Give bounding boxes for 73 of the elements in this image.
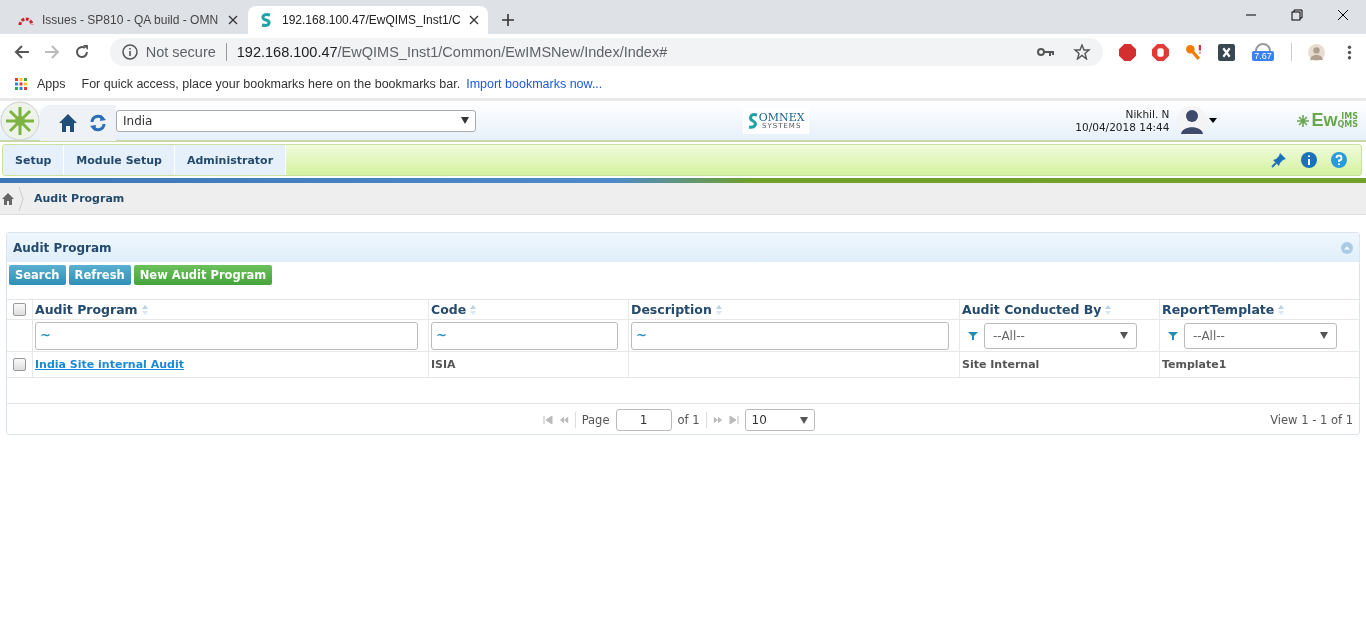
site-dropdown[interactable]: India: [116, 109, 476, 132]
filter-input[interactable]: ~: [631, 321, 949, 350]
record-count: View 1 - 1 of 1: [1270, 413, 1353, 427]
menu-item[interactable]: Module Setup: [64, 145, 175, 175]
caret-icon: [1320, 332, 1328, 339]
page-count: of 1: [677, 413, 700, 427]
date-time: 10/04/2018 14:44: [1075, 120, 1170, 134]
gauge-icon: [1255, 43, 1271, 51]
reload-icon[interactable]: [73, 44, 90, 60]
menu-item[interactable]: Setup: [3, 145, 65, 175]
column-header[interactable]: Audit Program: [35, 302, 138, 317]
plus-icon[interactable]: [502, 14, 514, 26]
x-tile-icon[interactable]: [1218, 43, 1235, 61]
browser-tab[interactable]: Issues - SP810 - QA build - OMN: [8, 6, 248, 34]
filter-icon[interactable]: [1168, 330, 1178, 341]
table-cell: Template1: [1162, 358, 1227, 371]
back-arrow-icon[interactable]: [14, 44, 30, 60]
table-cell: ISIA: [431, 358, 456, 371]
info-icon[interactable]: [1301, 152, 1317, 168]
avatar-icon[interactable]: [1308, 43, 1325, 61]
sunburst-logo-icon[interactable]: [0, 100, 40, 141]
refresh-icon[interactable]: [88, 112, 108, 133]
breadcrumb-item[interactable]: Audit Program: [34, 192, 125, 205]
filter-dropdown[interactable]: --All--: [1184, 322, 1337, 349]
audit-program-link[interactable]: India Site internal Audit: [35, 358, 184, 371]
filter-input[interactable]: ~: [35, 321, 418, 350]
page-size-dropdown[interactable]: 10: [744, 409, 815, 431]
address-bar[interactable]: Not secure 192.168.100.47/EwQIMS_Inst1/Common/EwIMSNew/Index/Index#: [109, 38, 1103, 66]
filter-input[interactable]: ~: [431, 321, 618, 350]
caret-icon: [1120, 332, 1128, 339]
page-label: Page: [581, 413, 610, 427]
home-icon[interactable]: [58, 112, 78, 133]
close-icon[interactable]: [1337, 9, 1349, 21]
row-checkbox[interactable]: [13, 358, 26, 371]
restore-icon[interactable]: [1291, 9, 1303, 21]
column-header[interactable]: ReportTemplate: [1162, 302, 1275, 317]
column-header[interactable]: Description: [631, 302, 712, 317]
help-icon[interactable]: [1331, 152, 1347, 168]
home-icon[interactable]: [2, 192, 14, 205]
caret-icon: [461, 117, 469, 124]
star-icon[interactable]: [1073, 44, 1091, 60]
tab-title: 192.168.100.47/EwQIMS_Inst1/C: [282, 13, 461, 27]
user-silhouette-icon[interactable]: [1177, 105, 1208, 136]
import-bookmarks-link[interactable]: Import bookmarks now...: [466, 77, 603, 91]
menu-item[interactable]: Administrator: [175, 145, 287, 175]
browser-tab[interactable]: 192.168.100.47/EwQIMS_Inst1/C: [248, 6, 488, 34]
select-all-checkbox[interactable]: [13, 303, 26, 316]
bookmarks-hint: For quick access, place your bookmarks here on the bookmarks bar.: [81, 77, 461, 91]
column-header[interactable]: Code: [431, 302, 467, 317]
key-icon[interactable]: [1185, 43, 1202, 61]
s-logo-icon: [746, 112, 759, 129]
apps-grid-icon[interactable]: [15, 78, 27, 90]
close-icon[interactable]: [468, 15, 479, 25]
chevron-icon: [18, 186, 24, 211]
column-header[interactable]: Audit Conducted By: [962, 302, 1102, 317]
speed-badge: 7.67: [1252, 51, 1274, 61]
speedometer-extension[interactable]: 7.67: [1251, 43, 1275, 61]
apps-link[interactable]: Apps: [37, 77, 66, 91]
table-cell: Site Internal: [962, 358, 1040, 371]
tab-title: Issues - SP810 - QA build - OMN: [42, 13, 220, 27]
pin-icon[interactable]: [1271, 152, 1287, 168]
page-input[interactable]: 1: [615, 409, 672, 431]
close-icon[interactable]: [228, 15, 238, 25]
caret-icon[interactable]: [1209, 118, 1218, 123]
asterisk-icon: [1297, 114, 1310, 127]
s-logo-icon: [258, 12, 274, 28]
info-icon: [121, 44, 138, 60]
filter-icon[interactable]: [968, 330, 978, 341]
caret-icon: [799, 416, 808, 424]
panel-title: Audit Program: [13, 240, 112, 255]
user-name: Nikhil. N: [1125, 107, 1170, 121]
filter-dropdown[interactable]: --All--: [984, 322, 1137, 349]
stop-sign-icon[interactable]: [1119, 43, 1136, 61]
